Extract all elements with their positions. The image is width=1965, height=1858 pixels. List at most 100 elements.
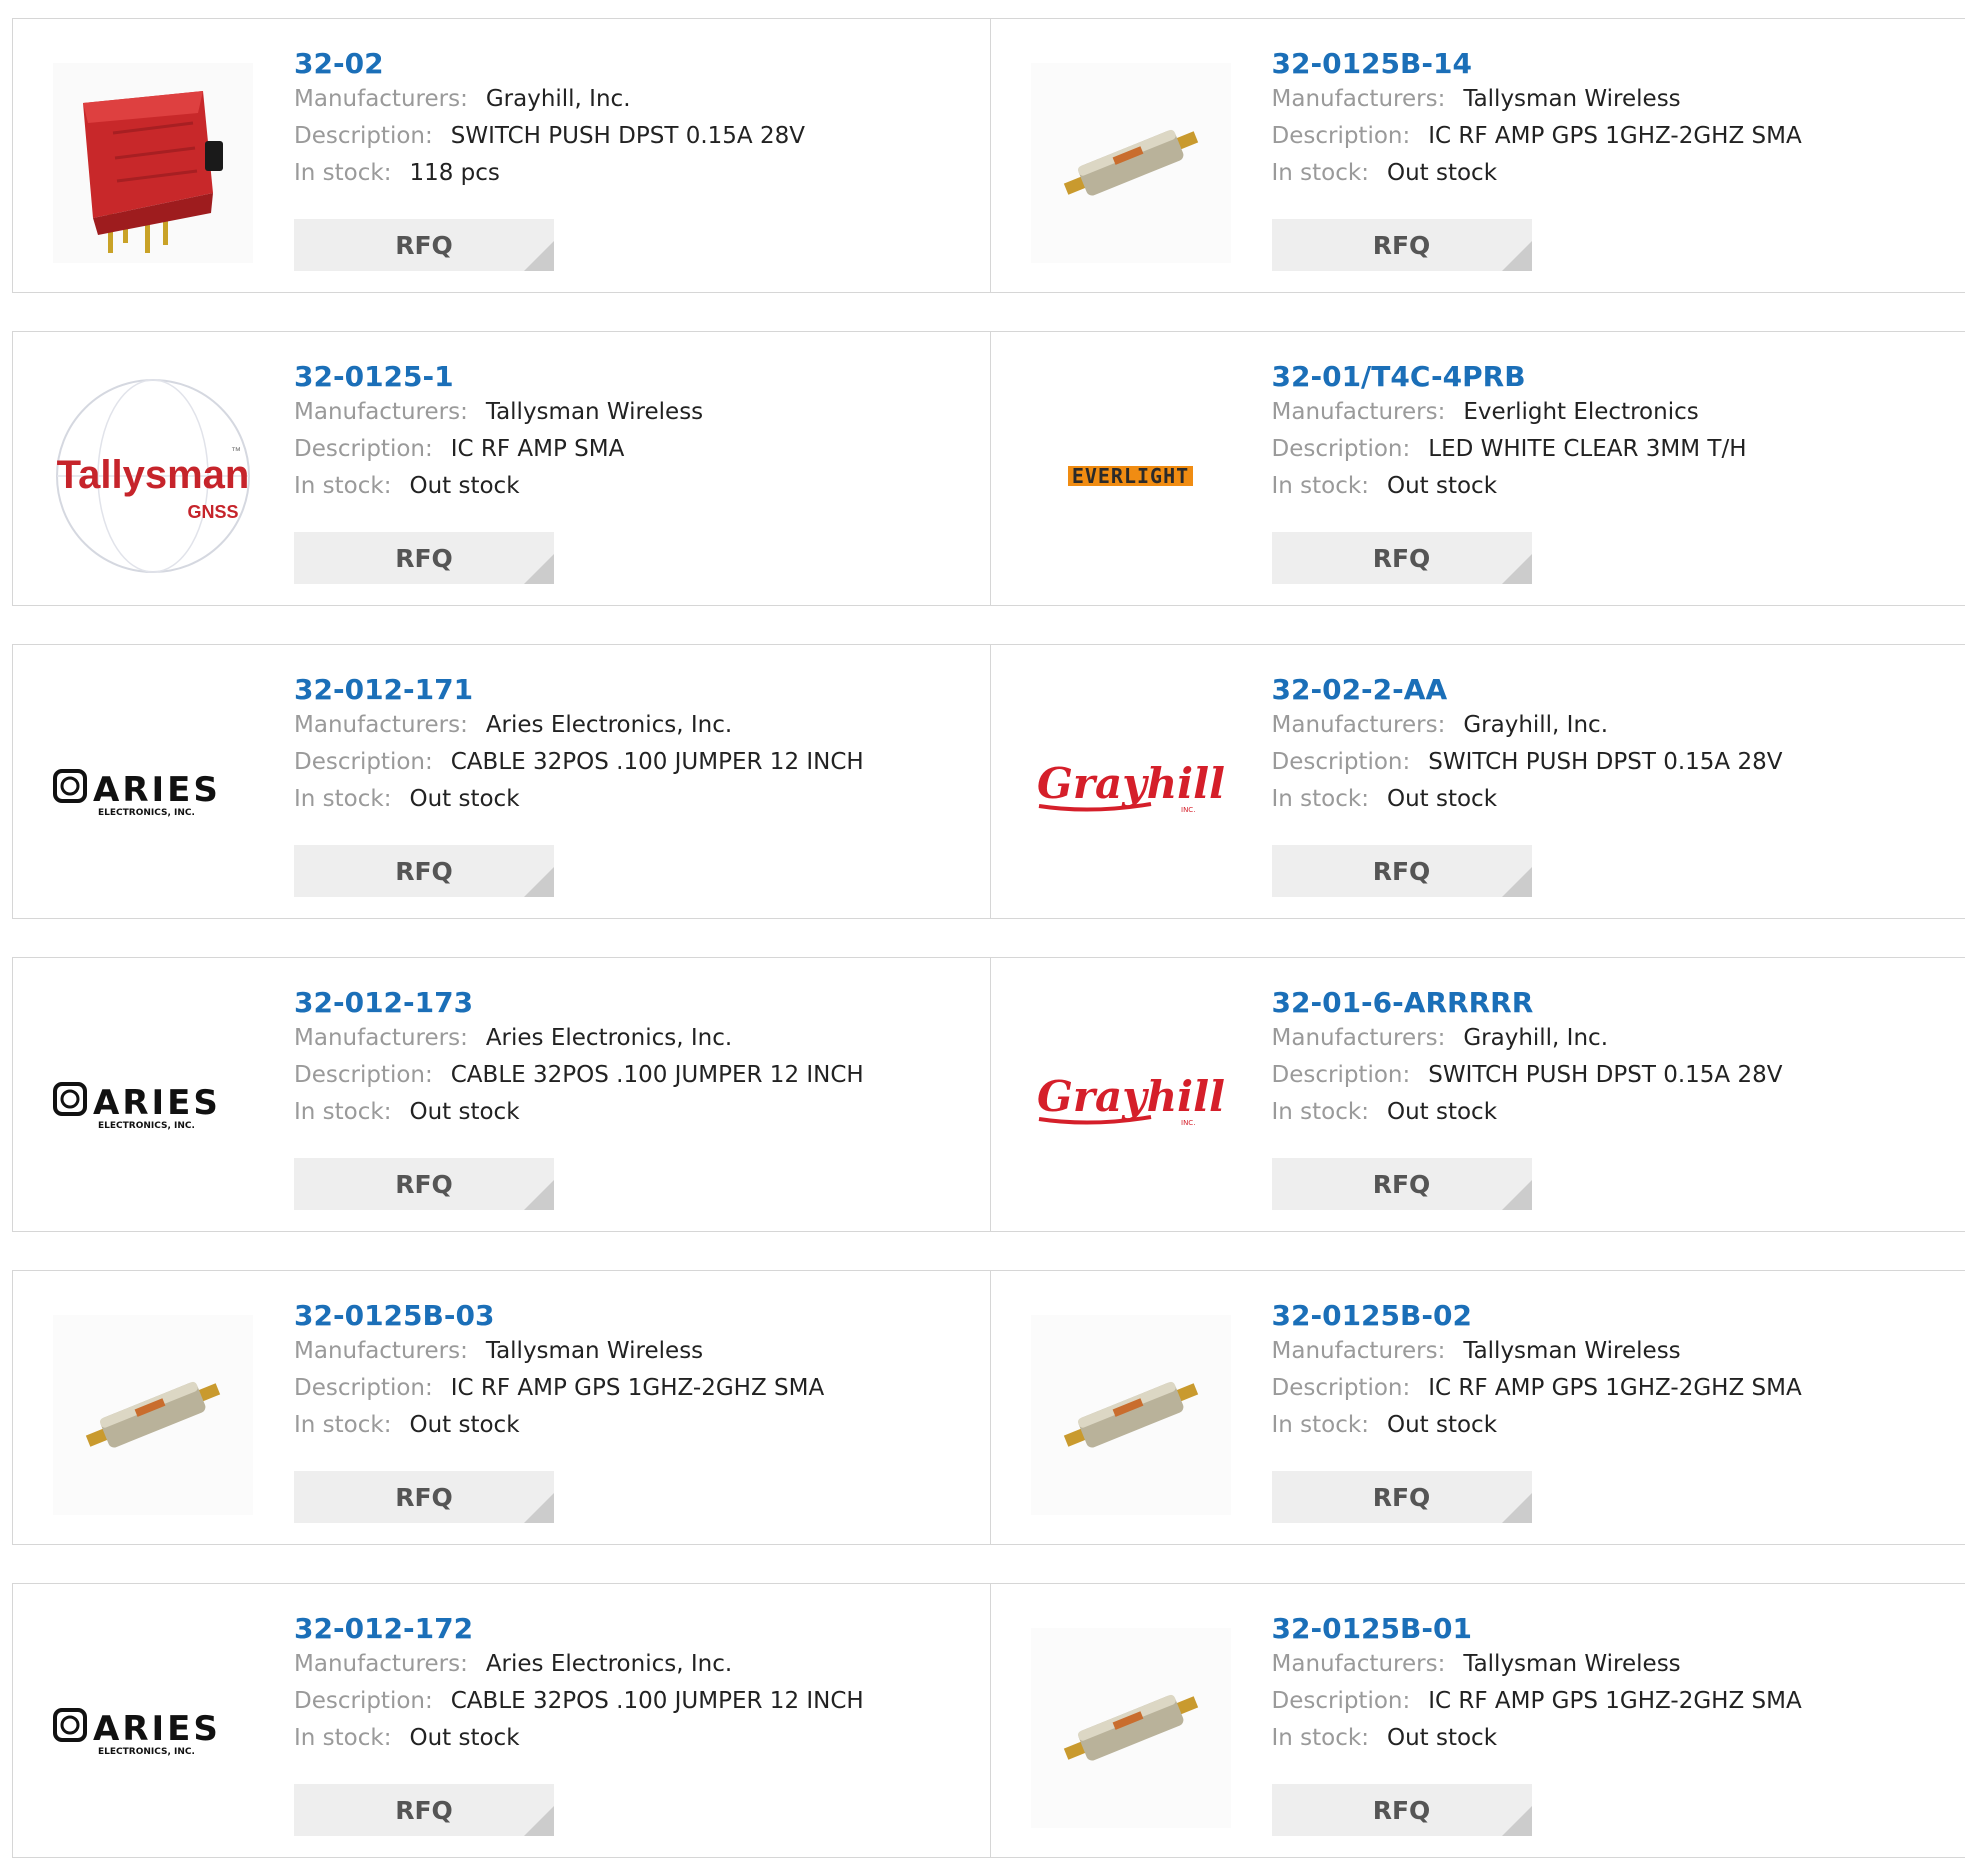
manufacturer-value: Grayhill, Inc. (1463, 712, 1608, 738)
product-card: 32-0125B-14 Manufacturers:Tallysman Wire… (990, 19, 1965, 292)
manufacturer-value: Grayhill, Inc. (486, 86, 631, 112)
description-line: Description:IC RF AMP GPS 1GHZ-2GHZ SMA (1272, 1370, 1802, 1407)
rfq-label: RFQ (395, 544, 453, 573)
manufacturer-label: Manufacturers: (1272, 1651, 1446, 1677)
product-info: 32-0125B-01 Manufacturers:Tallysman Wire… (1272, 1612, 1802, 1757)
stock-value: Out stock (1387, 473, 1497, 499)
product-image[interactable]: ARIESELECTRONICS, INC. (51, 1626, 255, 1830)
part-number-link[interactable]: 32-012-171 (294, 673, 864, 707)
stock-line: In stock:Out stock (1272, 1094, 1783, 1131)
part-number-link[interactable]: 32-0125B-03 (294, 1299, 824, 1333)
part-number-link[interactable]: 32-0125B-01 (1272, 1612, 1802, 1646)
stock-value: Out stock (1387, 160, 1497, 186)
product-image[interactable]: ARIESELECTRONICS, INC. (51, 687, 255, 891)
product-image[interactable]: GrayhillINC. (1029, 1000, 1233, 1204)
rfq-label: RFQ (1373, 857, 1431, 886)
rfq-button[interactable]: RFQ (294, 1158, 554, 1210)
stock-label: In stock: (1272, 473, 1369, 499)
manufacturer-label: Manufacturers: (1272, 399, 1446, 425)
description-value: IC RF AMP GPS 1GHZ-2GHZ SMA (1428, 123, 1801, 149)
stock-line: In stock:Out stock (294, 1720, 864, 1757)
product-image[interactable] (51, 61, 255, 265)
rf-amplifier-image (1031, 1628, 1231, 1828)
aries-logo-image: ARIESELECTRONICS, INC. (53, 1698, 253, 1758)
manufacturer-value: Tallysman Wireless (486, 399, 703, 425)
stock-line: In stock:Out stock (1272, 1407, 1802, 1444)
part-number-link[interactable]: 32-0125B-14 (1272, 47, 1802, 81)
product-card: EVERLIGHT 32-01/T4C-4PRB Manufacturers:E… (990, 332, 1965, 605)
description-line: Description:CABLE 32POS .100 JUMPER 12 I… (294, 744, 864, 781)
description-line: Description: CABLE 32POS .100 JUMPER 12 I… (294, 1683, 864, 1720)
product-row: ARIESELECTRONICS, INC. 32-012-172 Manufa… (12, 1583, 1965, 1858)
product-image[interactable]: ARIESELECTRONICS, INC. (51, 1000, 255, 1204)
rfq-button[interactable]: RFQ (1272, 1784, 1532, 1836)
part-number-link[interactable]: 32-012-173 (294, 986, 864, 1020)
rfq-label: RFQ (395, 1796, 453, 1825)
stock-label: In stock: (294, 473, 391, 499)
description-value: SWITCH PUSH DPST 0.15A 28V (451, 123, 805, 149)
product-info: 32-0125B-02 Manufacturers:Tallysman Wire… (1272, 1299, 1802, 1444)
stock-value: Out stock (409, 473, 519, 499)
rfq-button[interactable]: RFQ (1272, 845, 1532, 897)
rfq-button[interactable]: RFQ (294, 1471, 554, 1523)
description-line: Description:IC RF AMP GPS 1GHZ-2GHZ SMA (1272, 118, 1802, 155)
product-image[interactable] (1029, 1313, 1233, 1517)
rfq-button[interactable]: RFQ (294, 845, 554, 897)
rfq-label: RFQ (395, 1483, 453, 1512)
description-label: Description: (1272, 1375, 1411, 1401)
stock-label: In stock: (1272, 1099, 1369, 1125)
description-label: Description: (1272, 749, 1411, 775)
stock-value: Out stock (1387, 786, 1497, 812)
rfq-corner-decoration (524, 1493, 554, 1523)
description-label: Description: (294, 1688, 433, 1714)
product-card: ARIESELECTRONICS, INC. 32-012-171 Manufa… (13, 645, 990, 918)
product-image[interactable] (1029, 61, 1233, 265)
rfq-button[interactable]: RFQ (294, 1784, 554, 1836)
product-image[interactable]: Tallysman™GNSS (51, 374, 255, 578)
part-number-link[interactable]: 32-02-2-AA (1272, 673, 1783, 707)
stock-value: 118 pcs (409, 160, 499, 186)
rfq-button[interactable]: RFQ (1272, 532, 1532, 584)
part-number-link[interactable]: 32-0125B-02 (1272, 1299, 1802, 1333)
description-label: Description: (294, 1375, 433, 1401)
manufacturer-line: Manufacturers:Aries Electronics, Inc. (294, 707, 864, 744)
rfq-button[interactable]: RFQ (294, 532, 554, 584)
manufacturer-value: Tallysman Wireless (486, 1338, 703, 1364)
rfq-corner-decoration (1502, 241, 1532, 271)
rfq-corner-decoration (524, 1806, 554, 1836)
part-number-link[interactable]: 32-01-6-ARRRRR (1272, 986, 1783, 1020)
product-image[interactable] (51, 1313, 255, 1517)
manufacturer-line: Manufacturers:Grayhill, Inc. (294, 81, 805, 118)
part-number-link[interactable]: 32-01/T4C-4PRB (1272, 360, 1747, 394)
aries-logo-text: ARIES (93, 1083, 221, 1123)
rfq-corner-decoration (524, 554, 554, 584)
grayhill-logo-image: GrayhillINC. (1031, 1067, 1231, 1137)
rfq-corner-decoration (1502, 1180, 1532, 1210)
description-value: CABLE 32POS .100 JUMPER 12 INCH (451, 1688, 864, 1714)
description-value: SWITCH PUSH DPST 0.15A 28V (1428, 1062, 1782, 1088)
stock-line: In stock:Out stock (1272, 1720, 1802, 1757)
rfq-button[interactable]: RFQ (1272, 1471, 1532, 1523)
part-number-link[interactable]: 32-02 (294, 47, 805, 81)
manufacturer-value: Tallysman Wireless (1463, 1338, 1680, 1364)
aries-logo-text: ARIES (93, 1709, 221, 1749)
rfq-button[interactable]: RFQ (1272, 1158, 1532, 1210)
product-image[interactable]: GrayhillINC. (1029, 687, 1233, 891)
product-image[interactable]: EVERLIGHT (1029, 374, 1233, 578)
product-card: GrayhillINC. 32-02-2-AA Manufacturers:Gr… (990, 645, 1965, 918)
manufacturer-line: Manufacturers:Aries Electronics, Inc. (294, 1020, 864, 1057)
product-card: ARIESELECTRONICS, INC. 32-012-173 Manufa… (13, 958, 990, 1231)
part-number-link[interactable]: 32-012-172 (294, 1612, 864, 1646)
everlight-logo-image: EVERLIGHT (1068, 466, 1193, 486)
manufacturer-label: Manufacturers: (1272, 86, 1446, 112)
rfq-button[interactable]: RFQ (1272, 219, 1532, 271)
manufacturer-value: Aries Electronics, Inc. (486, 1025, 732, 1051)
manufacturer-label: Manufacturers: (294, 712, 468, 738)
product-image[interactable] (1029, 1626, 1233, 1830)
description-value: CABLE 32POS .100 JUMPER 12 INCH (451, 749, 864, 775)
rfq-button[interactable]: RFQ (294, 219, 554, 271)
part-number-link[interactable]: 32-0125-1 (294, 360, 703, 394)
stock-line: In stock:Out stock (294, 1094, 864, 1131)
aries-logo-image: ARIESELECTRONICS, INC. (53, 1072, 253, 1132)
stock-value: Out stock (409, 786, 519, 812)
